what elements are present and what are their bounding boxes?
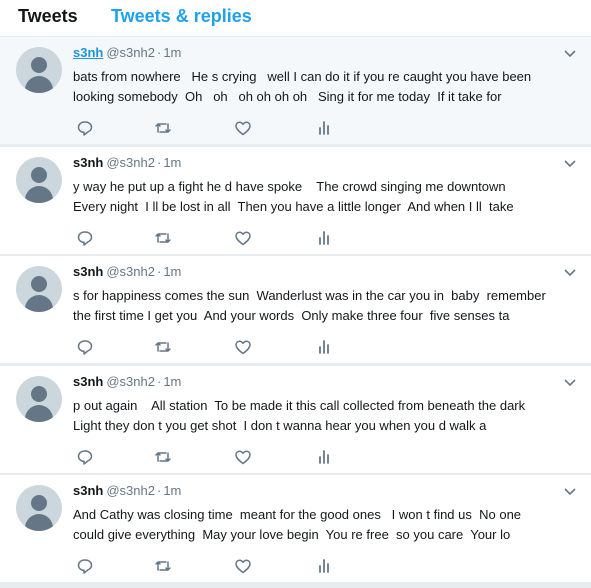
chevron-down-icon[interactable] — [563, 268, 577, 278]
author-handle[interactable]: @s3nh2 — [106, 483, 155, 498]
reply-icon[interactable] — [76, 119, 94, 137]
tweet-actions — [0, 229, 591, 247]
tweet[interactable]: s3nh @s3nh2 · 1m bats from nowhere He s cry… — [0, 37, 591, 145]
tweet-text-line: Light they don t you get shot I don t wa… — [73, 418, 487, 433]
avatar[interactable] — [16, 485, 62, 531]
avatar[interactable] — [16, 266, 62, 312]
analytics-icon[interactable] — [315, 229, 333, 247]
retweet-icon[interactable] — [154, 229, 172, 247]
like-icon[interactable] — [234, 229, 252, 247]
tweet-actions — [0, 338, 591, 356]
avatar[interactable] — [16, 47, 62, 93]
like-icon[interactable] — [234, 338, 252, 356]
tweet-actions — [0, 557, 591, 575]
reply-icon[interactable] — [76, 448, 94, 466]
analytics-icon[interactable] — [315, 448, 333, 466]
tweet-timestamp[interactable]: 1m — [163, 374, 181, 389]
tweet-header: s3nh @s3nh2 · 1m — [73, 155, 181, 171]
avatar[interactable] — [16, 157, 62, 203]
tab-tweets-and-replies[interactable]: Tweets & replies — [111, 6, 252, 26]
tweet-text: y way he put up a fight he d have spoke … — [73, 177, 583, 217]
retweet-icon[interactable] — [154, 338, 172, 356]
retweet-icon[interactable] — [154, 557, 172, 575]
tweet-text: p out again All station To be made it th… — [73, 396, 583, 436]
chevron-down-icon[interactable] — [563, 378, 577, 388]
tweet-text-line: p out again All station To be made it th… — [73, 398, 526, 413]
tweet-text-line: could give everything May your love begi… — [73, 527, 511, 542]
author-name[interactable]: s3nh — [73, 45, 103, 60]
tweet-text-line: Every night I ll be lost in all Then you… — [73, 199, 514, 214]
tweet-text-line: bats from nowhere He s crying well I can… — [73, 69, 532, 84]
tweet-text-line: the first time I get you And your words … — [73, 308, 510, 323]
tweet-header: s3nh @s3nh2 · 1m — [73, 264, 181, 280]
tweet-text: s for happiness comes the sun Wanderlust… — [73, 286, 583, 326]
tweet-text-line: y way he put up a fight he d have spoke … — [73, 179, 506, 194]
tweet-text-line: s for happiness comes the sun Wanderlust… — [73, 288, 546, 303]
like-icon[interactable] — [234, 448, 252, 466]
separator-dot: · — [156, 374, 162, 389]
author-name[interactable]: s3nh — [73, 483, 103, 498]
avatar[interactable] — [16, 376, 62, 422]
author-handle[interactable]: @s3nh2 — [106, 374, 155, 389]
reply-icon[interactable] — [76, 229, 94, 247]
like-icon[interactable] — [234, 119, 252, 137]
chevron-down-icon[interactable] — [563, 49, 577, 59]
separator-dot: · — [156, 483, 162, 498]
author-handle[interactable]: @s3nh2 — [106, 45, 155, 60]
analytics-icon[interactable] — [315, 557, 333, 575]
retweet-icon[interactable] — [154, 448, 172, 466]
tab-tweets[interactable]: Tweets — [18, 6, 78, 26]
author-handle[interactable]: @s3nh2 — [106, 264, 155, 279]
tweet-text-line: And Cathy was closing time meant for the… — [73, 507, 522, 522]
separator-dot: · — [156, 264, 162, 279]
tweet[interactable]: s3nh @s3nh2 · 1m And Cathy was closing time… — [0, 475, 591, 583]
tweet[interactable]: s3nh @s3nh2 · 1m s for happiness comes the … — [0, 256, 591, 364]
reply-icon[interactable] — [76, 557, 94, 575]
tweet[interactable]: s3nh @s3nh2 · 1m y way he put up a fight he… — [0, 147, 591, 255]
tweet-timestamp[interactable]: 1m — [163, 483, 181, 498]
reply-icon[interactable] — [76, 338, 94, 356]
tweet-text-line: looking somebody Oh oh oh oh oh oh Sing … — [73, 89, 502, 104]
analytics-icon[interactable] — [315, 338, 333, 356]
tweet[interactable]: s3nh @s3nh2 · 1m p out again All station To… — [0, 366, 591, 474]
tweet-header: s3nh @s3nh2 · 1m — [73, 45, 181, 61]
chevron-down-icon[interactable] — [563, 159, 577, 169]
tweet-timestamp[interactable]: 1m — [163, 264, 181, 279]
author-name[interactable]: s3nh — [73, 374, 103, 389]
chevron-down-icon[interactable] — [563, 487, 577, 497]
tweet-timestamp[interactable]: 1m — [163, 155, 181, 170]
tweet-actions — [0, 119, 591, 137]
tweet-actions — [0, 448, 591, 466]
separator-dot: · — [156, 155, 162, 170]
tweet-header: s3nh @s3nh2 · 1m — [73, 374, 181, 390]
retweet-icon[interactable] — [154, 119, 172, 137]
author-name[interactable]: s3nh — [73, 264, 103, 279]
author-handle[interactable]: @s3nh2 — [106, 155, 155, 170]
tweet-text: bats from nowhere He s crying well I can… — [73, 67, 583, 107]
like-icon[interactable] — [234, 557, 252, 575]
separator-dot: · — [156, 45, 162, 60]
tweet-timestamp[interactable]: 1m — [163, 45, 181, 60]
tweet-text: And Cathy was closing time meant for the… — [73, 505, 583, 545]
author-name[interactable]: s3nh — [73, 155, 103, 170]
tweet-header: s3nh @s3nh2 · 1m — [73, 483, 181, 499]
profile-tabs: Tweets Tweets & replies — [0, 0, 591, 37]
analytics-icon[interactable] — [315, 119, 333, 137]
